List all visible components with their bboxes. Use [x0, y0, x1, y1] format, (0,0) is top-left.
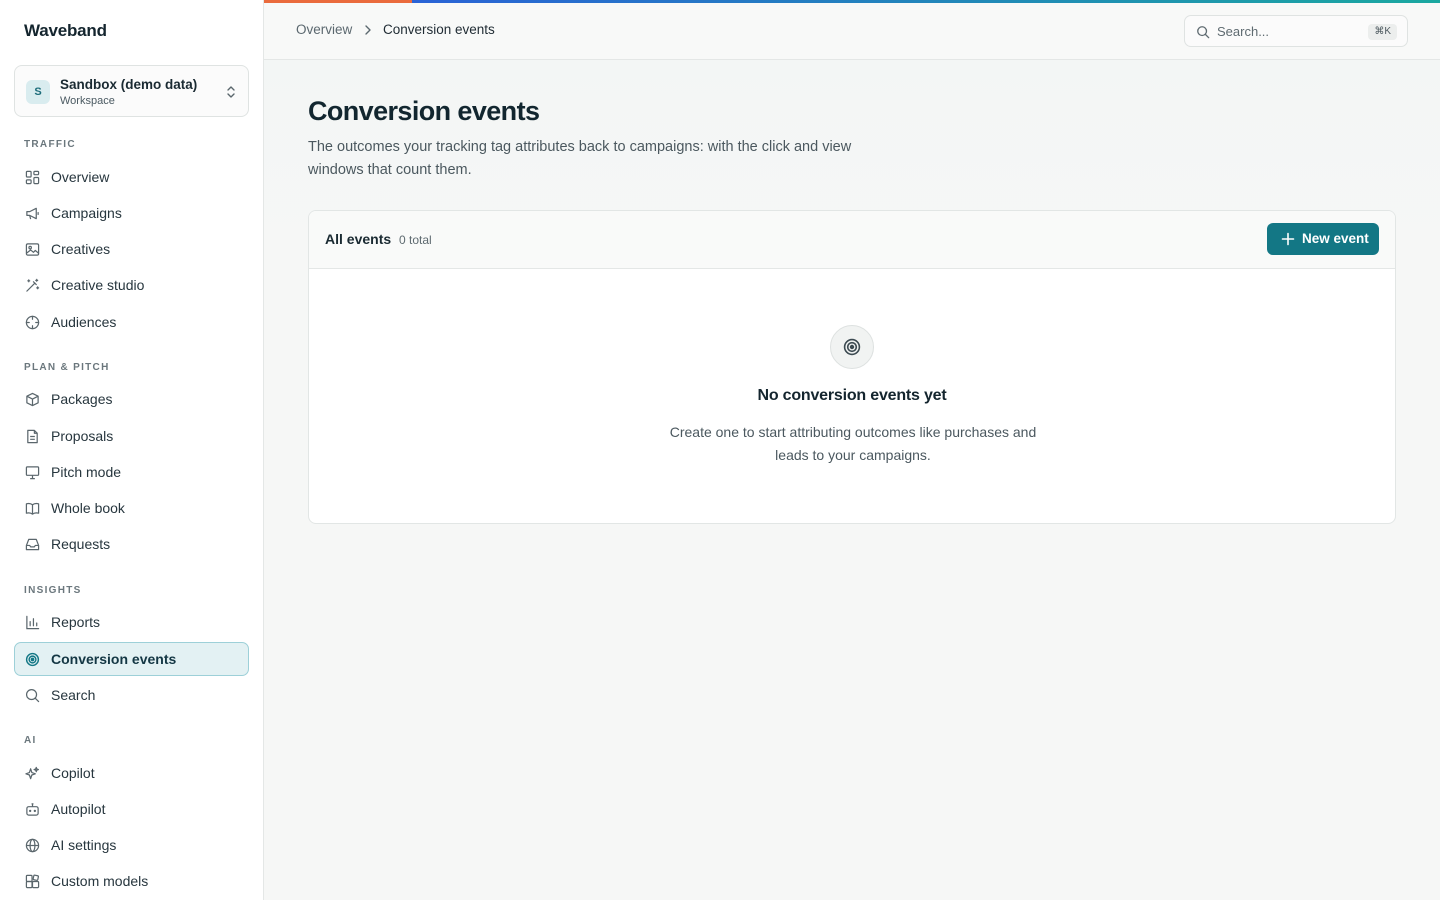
chevron-right-icon	[365, 25, 371, 35]
sidebar-item-ai-settings[interactable]: AI settings	[14, 828, 249, 862]
plus-icon	[1281, 232, 1295, 246]
crosshair-icon	[25, 315, 40, 330]
workspace-type: Workspace	[60, 95, 115, 107]
sidebar-item-autopilot[interactable]: Autopilot	[14, 792, 249, 826]
empty-state-description: Create one to start attributing outcomes…	[669, 424, 1037, 463]
blocks-icon	[25, 874, 40, 889]
sidebar-item-search[interactable]: Search	[14, 678, 249, 712]
sidebar-item-label: Creative studio	[51, 277, 145, 293]
sidebar-item-label: Packages	[51, 391, 113, 407]
section-label-plan-pitch: PLAN & PITCH	[24, 362, 110, 373]
sidebar-item-label: Whole book	[51, 500, 125, 516]
presentation-icon	[25, 466, 40, 480]
page-title: Conversion events	[308, 96, 540, 126]
sidebar-item-copilot[interactable]: Copilot	[14, 756, 249, 790]
sparkles-icon	[25, 766, 40, 780]
globe-settings-icon	[25, 838, 40, 853]
breadcrumb-overview[interactable]: Overview	[296, 22, 352, 37]
page-description: The outcomes your tracking tag attribute…	[308, 139, 852, 178]
chevron-up-down-icon	[227, 86, 235, 98]
workspace-avatar: S	[26, 80, 50, 104]
sidebar-item-label: Creatives	[51, 241, 111, 257]
image-icon	[25, 243, 40, 256]
breadcrumb-current: Conversion events	[383, 22, 495, 37]
document-icon	[27, 429, 38, 444]
target-icon	[843, 338, 861, 356]
empty-state-badge	[830, 325, 874, 369]
sidebar-item-requests[interactable]: Requests	[14, 527, 249, 561]
sidebar-item-label: Custom models	[51, 873, 149, 889]
sidebar: Waveband S Sandbox (demo data) Workspace…	[0, 0, 264, 900]
card-title: All events	[325, 231, 392, 247]
sidebar-item-label: Search	[51, 687, 96, 703]
new-event-label: New event	[1302, 231, 1369, 246]
sidebar-item-label: Pitch mode	[51, 464, 122, 480]
sidebar-item-label: AI settings	[51, 837, 117, 853]
section-label-traffic: TRAFFIC	[24, 139, 76, 150]
target-icon	[25, 652, 40, 667]
megaphone-icon	[26, 207, 39, 220]
dashboard-icon	[25, 170, 40, 185]
card-header: All events 0 total New event	[309, 211, 1395, 269]
sidebar-item-label: Autopilot	[51, 801, 106, 817]
search-icon	[25, 688, 40, 703]
book-open-icon	[25, 502, 40, 515]
sidebar-item-proposals[interactable]: Proposals	[14, 419, 249, 453]
sidebar-item-label: Overview	[51, 169, 110, 185]
sidebar-item-conversion-events[interactable]: Conversion events	[14, 642, 249, 676]
events-card: All events 0 total New event No conversi…	[308, 210, 1396, 524]
sidebar-item-label: Copilot	[51, 765, 95, 781]
sidebar-item-overview[interactable]: Overview	[14, 160, 249, 194]
sidebar-item-creatives[interactable]: Creatives	[14, 232, 249, 266]
sidebar-item-label: Proposals	[51, 428, 114, 444]
inbox-icon	[25, 538, 40, 551]
sidebar-item-custom-models[interactable]: Custom models	[14, 864, 249, 898]
sidebar-item-label: Audiences	[51, 314, 117, 330]
event-count: 0 total	[399, 233, 432, 247]
accent-bar	[264, 0, 1440, 3]
workspace-switcher[interactable]: S Sandbox (demo data) Workspace	[14, 65, 249, 117]
section-label-insights: INSIGHTS	[24, 585, 82, 596]
package-icon	[26, 392, 39, 407]
sidebar-item-audiences[interactable]: Audiences	[14, 305, 249, 339]
search-input[interactable]: Search... ⌘K	[1184, 15, 1408, 47]
sidebar-item-label: Campaigns	[51, 205, 122, 221]
sidebar-item-reports[interactable]: Reports	[14, 605, 249, 639]
brand-logo: Waveband	[24, 21, 107, 40]
sidebar-item-label: Reports	[51, 614, 101, 630]
robot-icon	[26, 803, 39, 816]
bar-chart-icon	[26, 615, 40, 630]
sidebar-item-whole-book[interactable]: Whole book	[14, 491, 249, 525]
section-label-ai: AI	[24, 735, 37, 746]
sidebar-item-pitch-mode[interactable]: Pitch mode	[14, 455, 249, 489]
sidebar-item-creative-studio[interactable]: Creative studio	[14, 268, 249, 302]
sidebar-item-label: Conversion events	[51, 651, 177, 667]
sidebar-item-label: Requests	[51, 536, 111, 552]
shortcut-badge: ⌘K	[1368, 24, 1397, 40]
empty-state-title: No conversion events yet	[757, 387, 947, 404]
topbar: Overview Conversion events Search... ⌘K	[264, 0, 1440, 60]
new-event-button[interactable]: New event	[1267, 223, 1379, 255]
workspace-name: Sandbox (demo data)	[60, 77, 198, 92]
sidebar-item-campaigns[interactable]: Campaigns	[14, 196, 249, 230]
sidebar-item-packages[interactable]: Packages	[14, 382, 249, 416]
search-icon	[1197, 26, 1210, 39]
magic-wand-icon	[26, 278, 40, 292]
search-placeholder: Search...	[1217, 24, 1270, 39]
